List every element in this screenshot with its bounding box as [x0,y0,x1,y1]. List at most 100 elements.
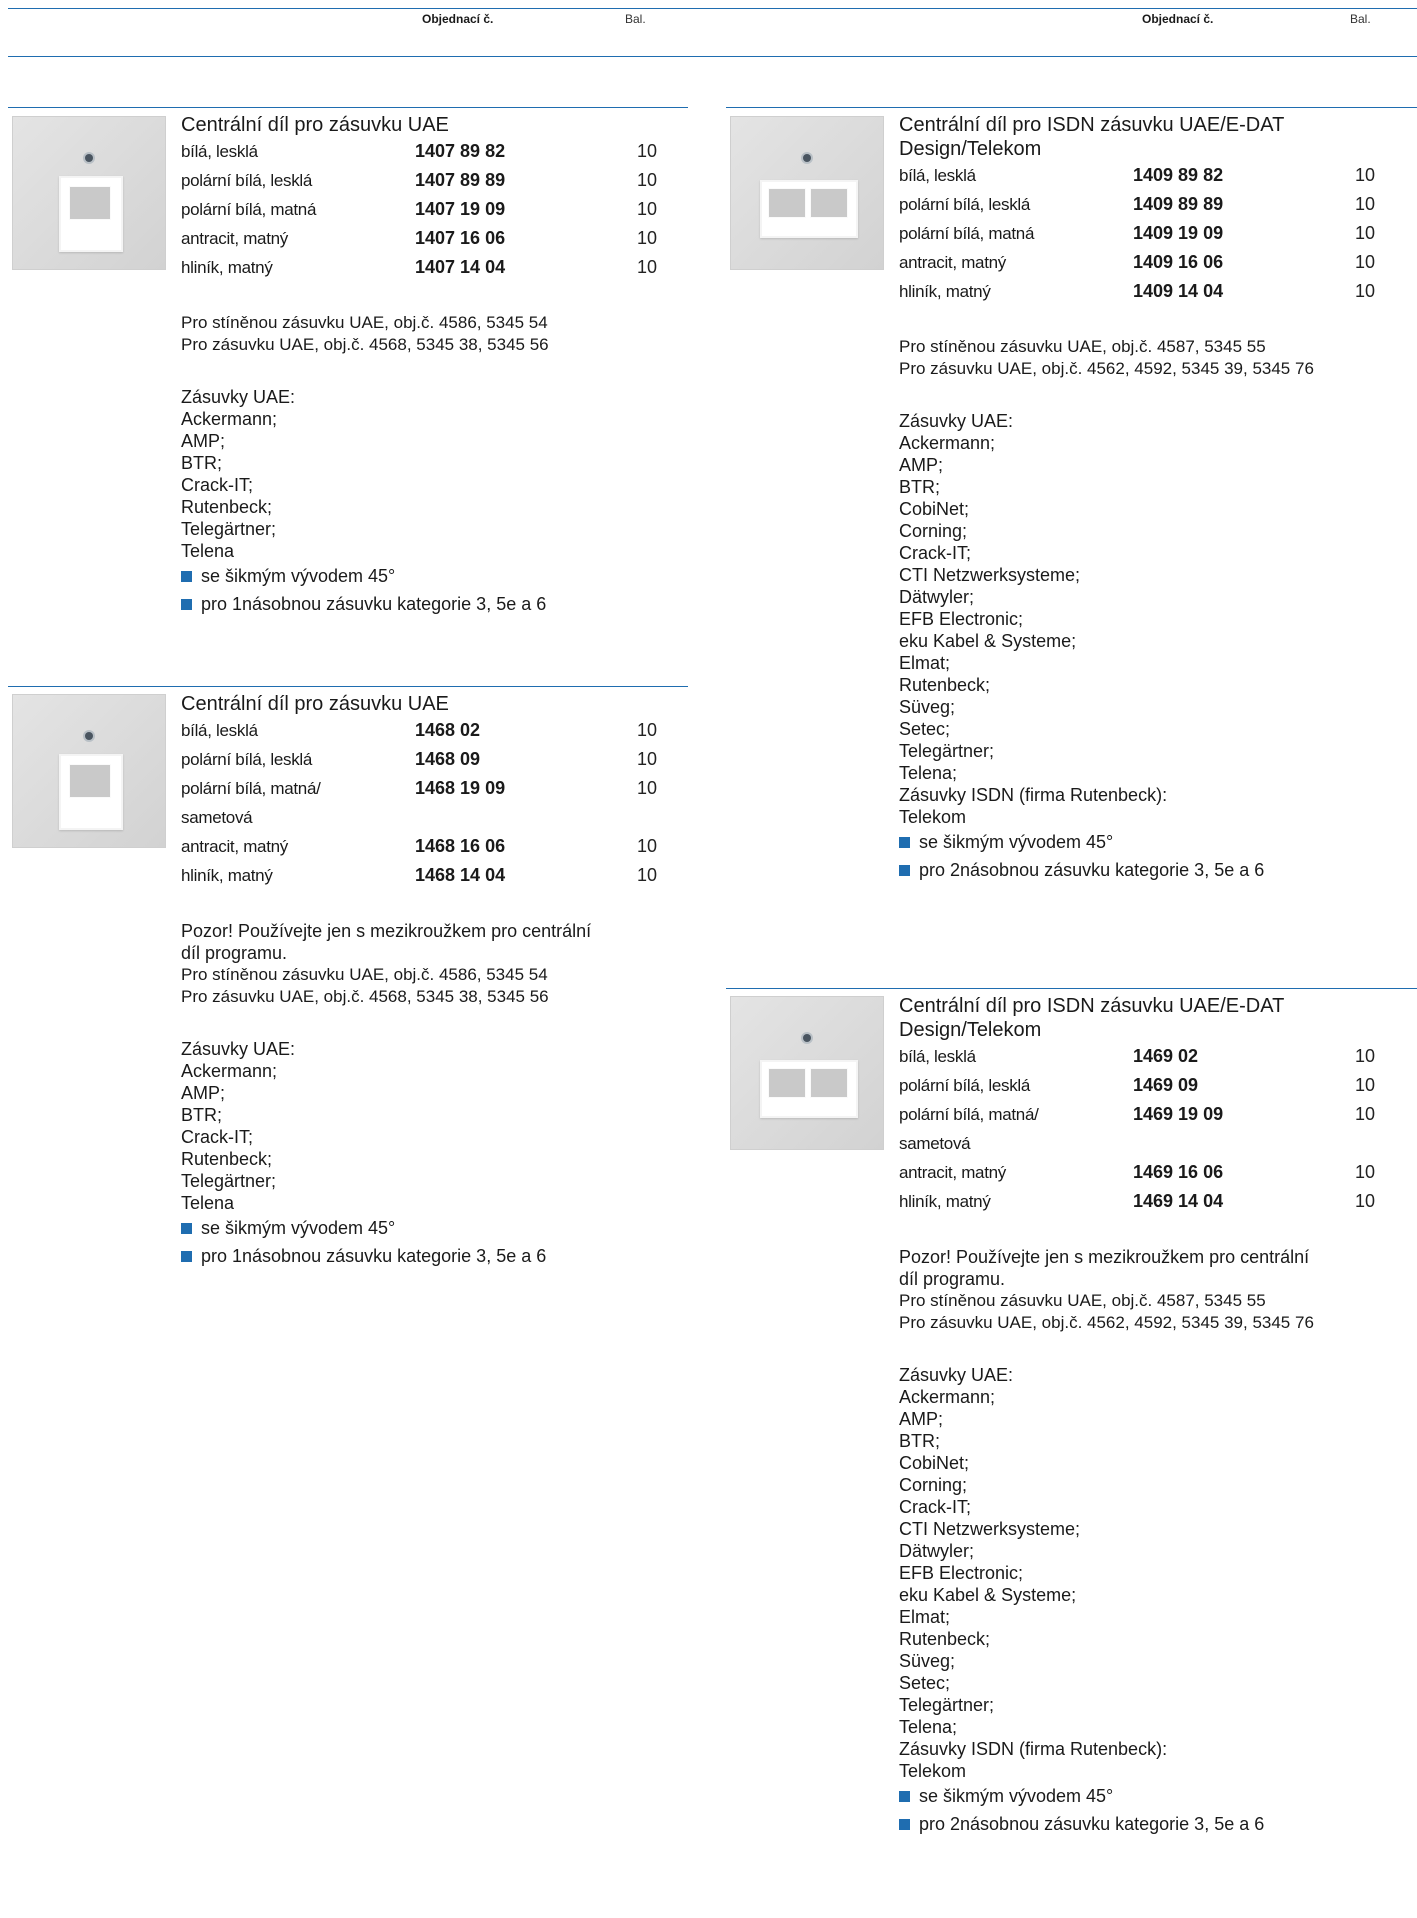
order-number-header-right: Objednací č. [1142,12,1214,26]
order-number: 1468 19 09 [415,778,506,798]
block-rule [8,107,688,108]
order-number: 1469 16 06 [1133,1162,1224,1182]
variant-row: polární bílá, matná/sametová 1468 19 09 10 [181,774,691,832]
variant-color: hliník, matný [181,253,401,282]
variant-color-line: bílá, lesklá [899,166,976,185]
feature-bullet-text: se šikmým vývodem 45° [919,1786,1114,1806]
socket-maker: Rutenbeck; [899,675,991,695]
port-icon [69,764,111,798]
socket-maker: Ackermann; [181,1061,278,1081]
socket-maker: AMP; [899,455,944,475]
socket-maker: Zásuvky ISDN (firma Rutenbeck): [899,1739,1168,1759]
variant-row: bílá, lesklá 1409 89 82 10 [899,161,1409,190]
bullet-square-icon [181,599,192,610]
variant-row: hliník, matný 1407 14 04 10 [181,253,691,282]
socket-maker: BTR; [181,1105,223,1125]
product-title-line: Centrální díl pro ISDN zásuvku UAE/E-DAT [899,995,1285,1017]
product-title-line: Centrální díl pro zásuvku UAE [181,693,449,715]
pack-quantity: 10 [636,257,657,277]
variant-color: antracit, matný [899,1158,1119,1187]
order-number: 1409 16 06 [1133,252,1224,272]
bullet-square-icon [899,1791,910,1802]
pack-header-right: Bal. [1350,12,1371,26]
product-title-line: Design/Telekom [899,1019,1042,1041]
product-text-column: Centrální díl pro ISDN zásuvku UAE/E-DAT… [899,113,1409,884]
port-icon [768,1068,806,1098]
port-icon [810,188,848,218]
compatibility-note: Pro zásuvku UAE, obj.č. 4568, 5345 38, 5… [181,335,549,354]
double-port-frame [760,1060,858,1118]
bullet-square-icon [899,837,910,848]
sockets-heading: Zásuvky UAE: [181,1039,296,1059]
variant-color: polární bílá, lesklá [181,745,401,774]
feature-bullet: pro 2násobnou zásuvku kategorie 3, 5e a … [899,1810,1409,1838]
port-icon [69,186,111,220]
socket-maker: Süveg; [899,697,956,717]
socket-maker: Crack-IT; [899,543,971,563]
pack-header-left: Bal. [625,12,646,26]
variant-color-line: polární bílá, matná [899,224,1035,243]
variant-row: hliník, matný 1469 14 04 10 [899,1187,1409,1216]
variant-color: bílá, lesklá [181,716,401,745]
order-number: 1469 19 09 [1133,1104,1224,1124]
socket-maker: BTR; [899,477,941,497]
order-number: 1407 89 89 [415,170,506,190]
variant-color: bílá, lesklá [899,1042,1119,1071]
socket-maker: Telekom [899,1761,967,1781]
socket-maker: Telena; [899,1717,958,1737]
variant-row: antracit, matný 1468 16 06 10 [181,832,691,861]
order-number: 1407 16 06 [415,228,506,248]
socket-maker: Dätwyler; [899,1541,975,1561]
feature-bullet-text: pro 2násobnou zásuvku kategorie 3, 5e a … [919,1814,1265,1834]
variant-color-line: hliník, matný [899,1192,991,1211]
variant-color: bílá, lesklá [899,161,1119,190]
variant-color: polární bílá, lesklá [899,1071,1119,1100]
socket-maker: BTR; [899,1431,941,1451]
pack-quantity: 10 [1354,1104,1375,1124]
product-title: Centrální díl pro ISDN zásuvku UAE/E-DAT… [899,994,1409,1042]
feature-bullet: se šikmým vývodem 45° [899,828,1409,856]
socket-maker: Telekom [899,807,967,827]
variant-color-line: bílá, lesklá [899,1047,976,1066]
socket-maker: Crack-IT; [181,1127,253,1147]
variant-color-line: polární bílá, lesklá [899,195,1031,214]
bullet-square-icon [181,1251,192,1262]
order-number: 1407 89 82 [415,141,506,161]
product-thumbnail [12,116,166,270]
socket-maker: Telegärtner; [181,1171,277,1191]
feature-bullet-text: pro 2násobnou zásuvku kategorie 3, 5e a … [919,860,1265,880]
variant-color-line: polární bílá, matná/ [181,779,321,798]
compatibility-note: Pro stíněnou zásuvku UAE, obj.č. 4587, 5… [899,1291,1266,1310]
socket-maker: AMP; [899,1409,944,1429]
pack-quantity: 10 [1354,252,1375,272]
block-rule [726,107,1417,108]
pack-quantity: 10 [636,836,657,856]
order-number: 1407 19 09 [415,199,506,219]
socket-maker: Telena; [899,763,958,783]
variant-color-line: polární bílá, lesklá [181,750,313,769]
variant-color: hliník, matný [899,1187,1119,1216]
socket-maker: eku Kabel & Systeme; [899,1585,1077,1605]
product-title: Centrální díl pro ISDN zásuvku UAE/E-DAT… [899,113,1409,161]
warning-text: Pozor! Používejte jen s mezikroužkem pro… [181,921,592,941]
product-title: Centrální díl pro zásuvku UAE [181,692,691,716]
single-port-frame [59,176,123,252]
order-number: 1468 16 06 [415,836,506,856]
port-icon [768,188,806,218]
variant-row: antracit, matný 1409 16 06 10 [899,248,1409,277]
compatibility-note: Pro zásuvku UAE, obj.č. 4568, 5345 38, 5… [181,987,549,1006]
variant-color-line: bílá, lesklá [181,721,258,740]
pack-quantity: 10 [636,228,657,248]
feature-bullet: se šikmým vývodem 45° [181,562,691,590]
variant-color: polární bílá, matná [181,195,401,224]
pack-quantity: 10 [636,865,657,885]
variant-color-line: hliník, matný [181,866,273,885]
product-thumbnail [730,996,884,1150]
sockets-heading: Zásuvky UAE: [899,1365,1014,1385]
variant-row: polární bílá, matná/sametová 1469 19 09 10 [899,1100,1409,1158]
variant-color-line: bílá, lesklá [181,142,258,161]
variant-row: polární bílá, matná 1407 19 09 10 [181,195,691,224]
header-bottom-rule [8,56,1417,57]
product-title-line: Design/Telekom [899,138,1042,160]
product-title-line: Centrální díl pro zásuvku UAE [181,114,449,136]
